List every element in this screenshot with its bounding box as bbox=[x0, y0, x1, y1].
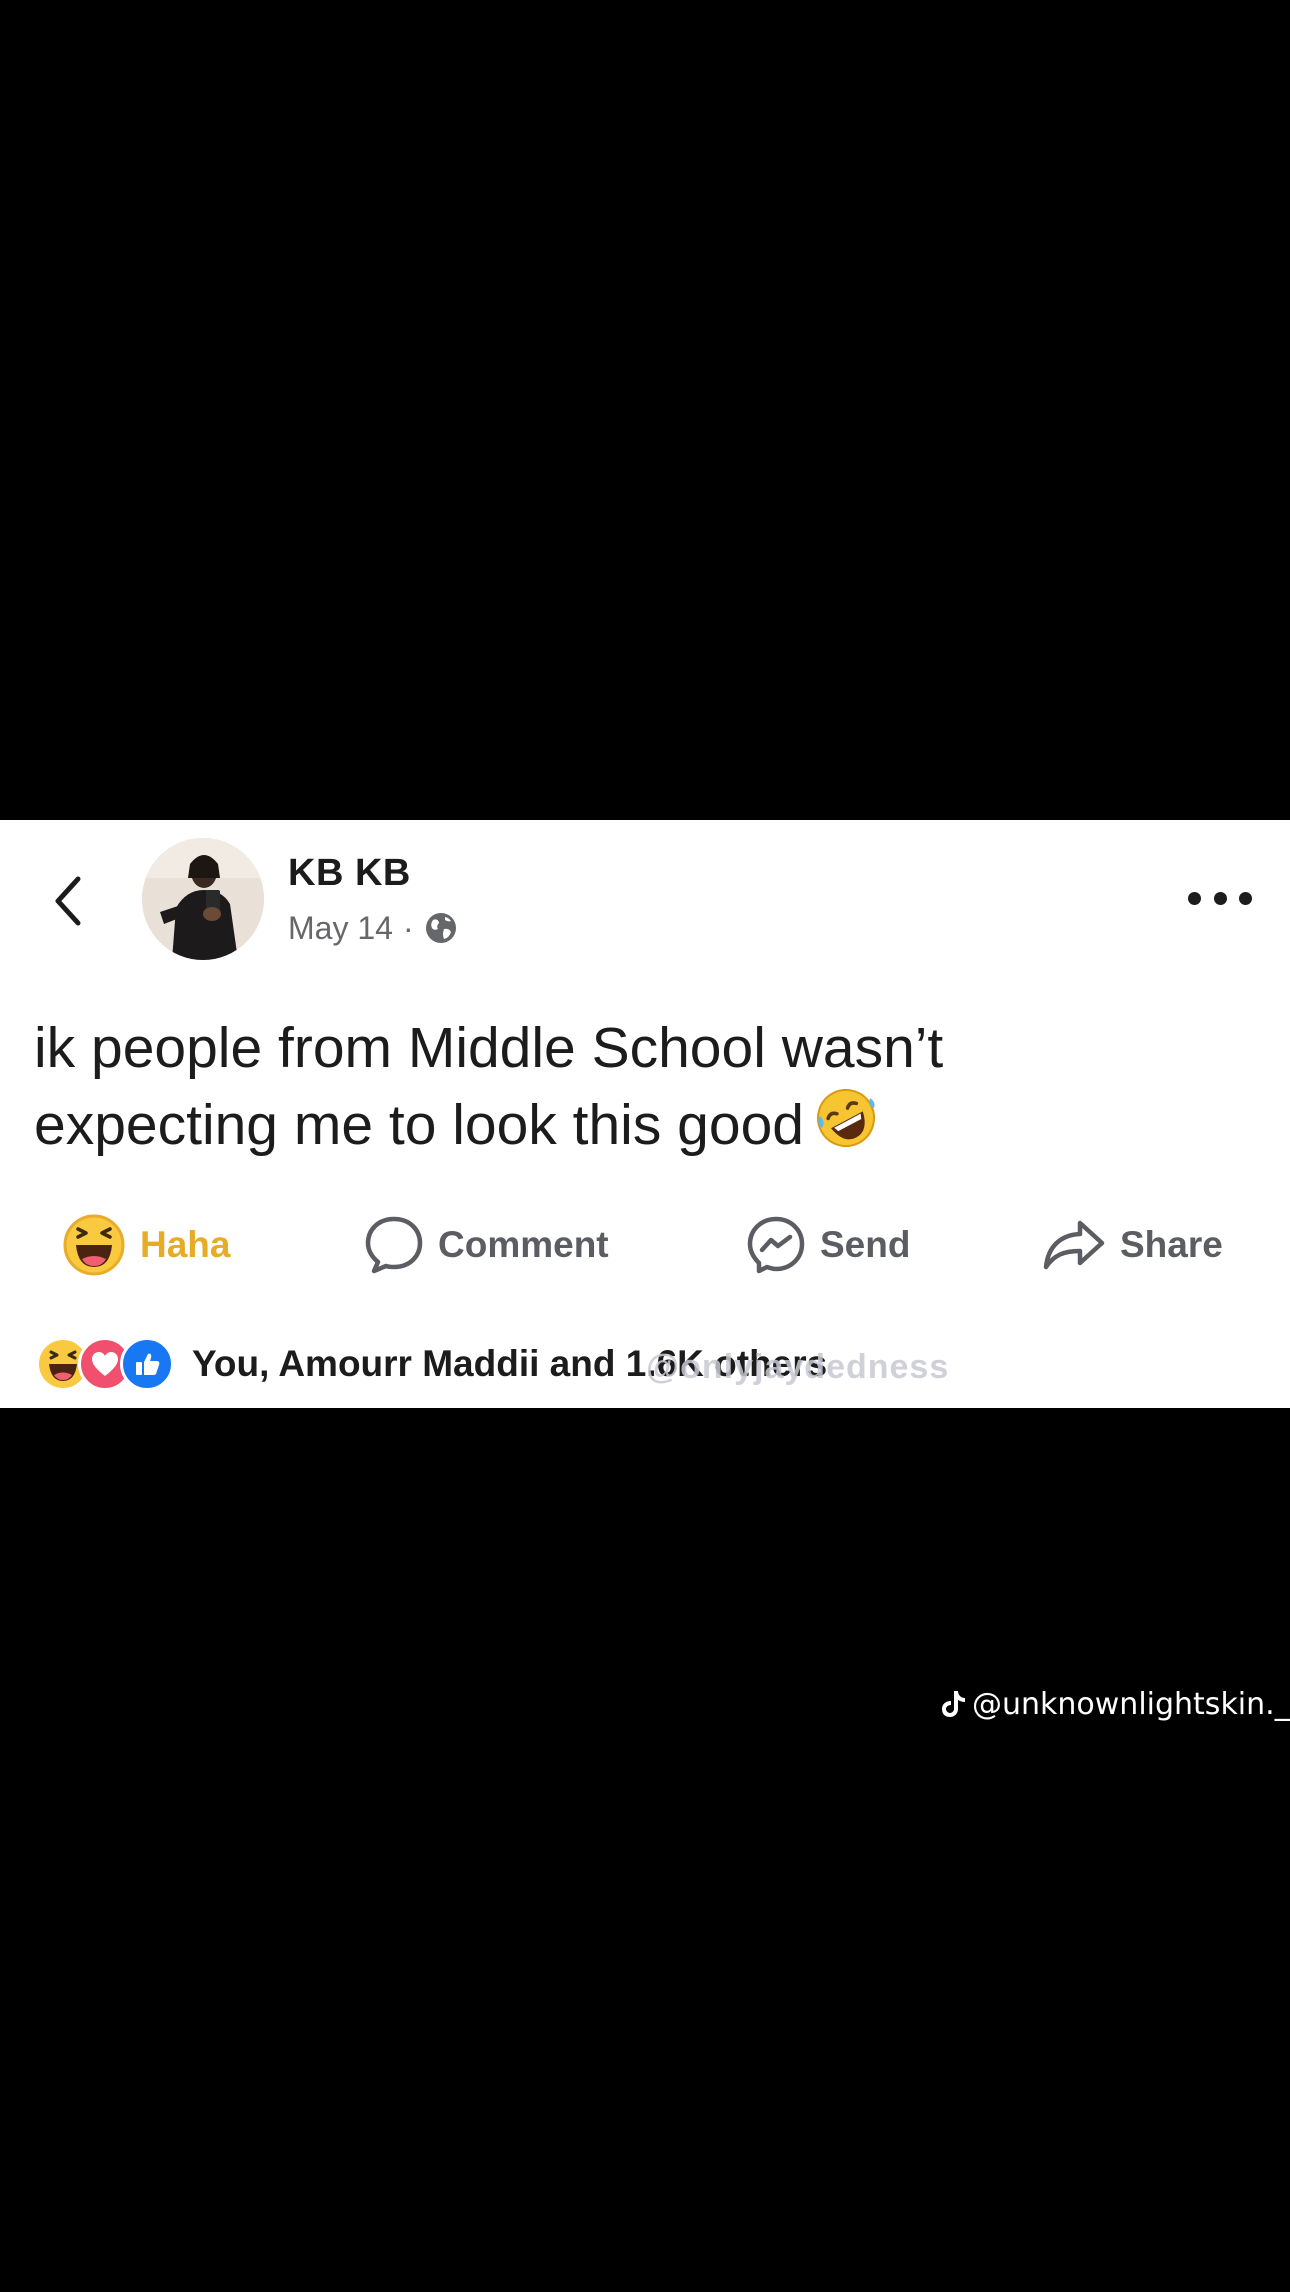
post-text: ik people from Middle School wasn’t expe… bbox=[34, 1010, 1234, 1169]
meta-separator: · bbox=[402, 909, 414, 946]
comment-button[interactable]: Comment bbox=[364, 1210, 609, 1280]
tiktok-handle: @unknownlightskin._ bbox=[972, 1686, 1290, 1722]
messenger-icon bbox=[747, 1216, 805, 1274]
share-icon bbox=[1043, 1220, 1105, 1270]
like-icon bbox=[120, 1337, 174, 1391]
haha-reaction-button[interactable]: Haha bbox=[62, 1210, 230, 1280]
send-label: Send bbox=[820, 1224, 911, 1265]
avatar[interactable] bbox=[142, 838, 264, 960]
post-meta: May 14 · bbox=[288, 908, 458, 948]
comment-icon bbox=[365, 1216, 423, 1274]
comment-label: Comment bbox=[438, 1224, 609, 1265]
haha-label: Haha bbox=[140, 1224, 231, 1265]
post-text-line-1: ik people from Middle School wasn’t bbox=[34, 1016, 944, 1080]
tiktok-watermark: @unknownlightskin._ bbox=[940, 1684, 1290, 1724]
post-date[interactable]: May 14 bbox=[288, 910, 393, 947]
send-button[interactable]: Send bbox=[746, 1210, 910, 1280]
haha-icon bbox=[63, 1214, 125, 1276]
post-text-line-2-wrap: expecting me to look this good bbox=[34, 1086, 1234, 1169]
tiktok-icon bbox=[942, 1691, 965, 1717]
globe-icon bbox=[425, 913, 456, 943]
share-label: Share bbox=[1120, 1224, 1223, 1265]
author-name[interactable]: KB KB bbox=[288, 852, 411, 895]
more-dot bbox=[1239, 891, 1252, 905]
avatar-photo bbox=[142, 838, 264, 960]
more-dot bbox=[1188, 891, 1201, 905]
chevron-left-icon bbox=[55, 876, 81, 926]
back-button[interactable] bbox=[46, 866, 90, 936]
more-options-button[interactable] bbox=[1188, 878, 1252, 918]
post-text-line-2: expecting me to look this good bbox=[34, 1093, 804, 1157]
rofl-emoji-icon bbox=[814, 1086, 878, 1169]
reaction-icons bbox=[36, 1337, 174, 1391]
share-button[interactable]: Share bbox=[1042, 1210, 1223, 1280]
watermark-overlay: @onlyjaydedness bbox=[646, 1348, 950, 1386]
more-dot bbox=[1213, 891, 1227, 905]
